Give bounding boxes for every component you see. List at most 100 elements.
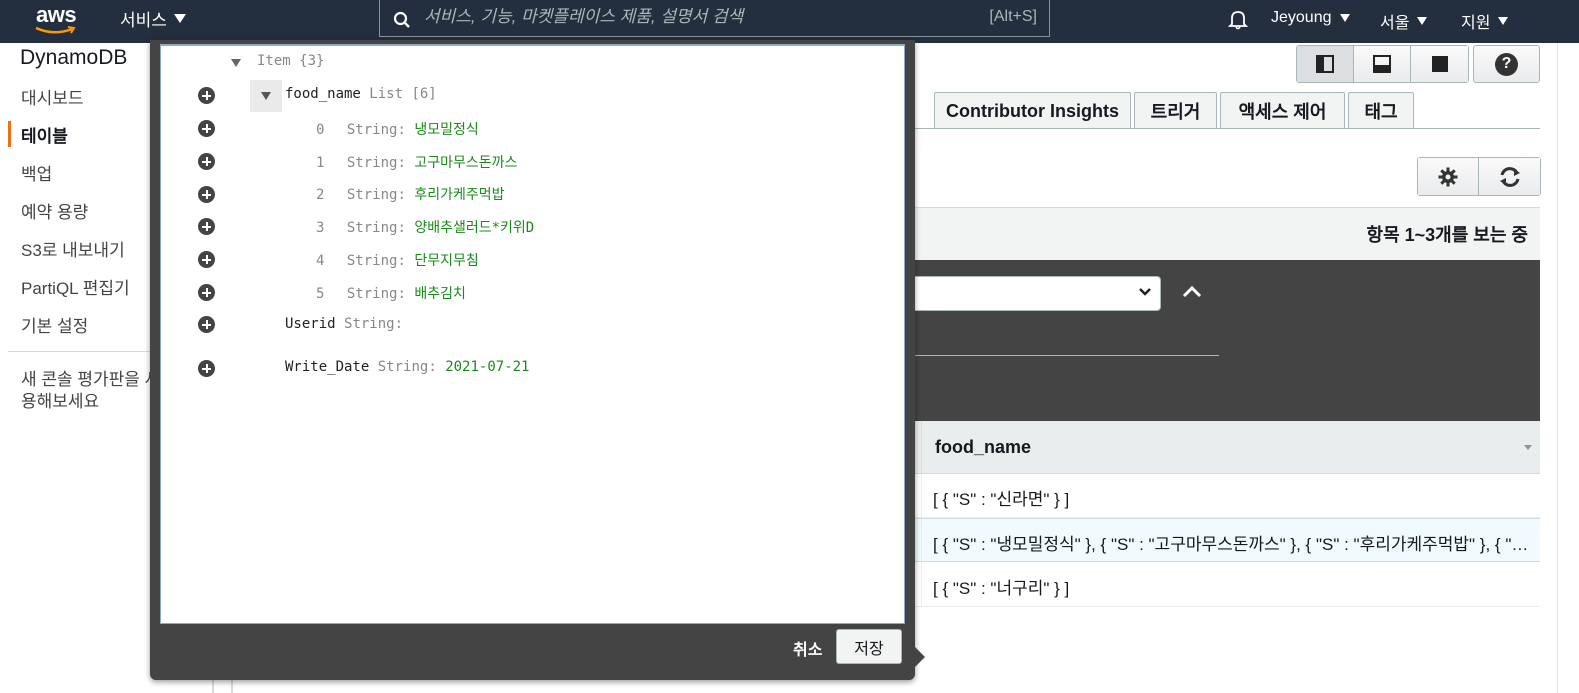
collapse-triangle-icon <box>261 92 271 100</box>
list-index: 2 <box>316 187 325 203</box>
list-value[interactable]: 배추김치 <box>414 286 466 302</box>
table-cell: [ { "S" : "냉모밀정식" }, { "S" : "고구마무스돈까스" … <box>933 535 1533 554</box>
support-menu[interactable]: 지원 <box>1461 9 1509 33</box>
sidebar-item-backups[interactable]: 백업 <box>21 160 52 185</box>
top-navigation: aws 서비스 [Alt+S] Jeyoung 서울 지원 <box>0 0 1579 43</box>
add-field-button[interactable] <box>198 186 215 203</box>
add-field-button[interactable] <box>198 87 215 104</box>
services-label: 서비스 <box>120 11 167 30</box>
add-field-button[interactable] <box>198 153 215 170</box>
table-cell: [ { "S" : "너구리" } ] <box>933 579 1070 598</box>
list-item[interactable]: 2 String: 후리가케주먹밥 <box>316 184 505 204</box>
list-type: String <box>346 253 398 269</box>
caret-down-icon <box>1417 17 1428 25</box>
help-button[interactable]: ? <box>1473 45 1540 83</box>
cancel-button[interactable]: 취소 <box>793 636 822 660</box>
list-item[interactable]: 5 String: 배추김치 <box>316 283 466 303</box>
split-vertical-button[interactable] <box>1297 46 1354 82</box>
save-button[interactable]: 저장 <box>836 629 902 664</box>
root-type: {3} <box>299 53 325 69</box>
page-scrollbar[interactable] <box>1557 43 1579 693</box>
region-menu[interactable]: 서울 <box>1380 9 1428 33</box>
list-type: String <box>346 122 398 138</box>
chevron-up-icon[interactable] <box>1181 284 1203 300</box>
add-field-button[interactable] <box>198 316 215 333</box>
service-title[interactable]: DynamoDB <box>20 46 127 70</box>
add-field-button[interactable] <box>198 360 215 377</box>
full-view-icon <box>1431 56 1448 72</box>
add-field-button[interactable] <box>198 120 215 137</box>
column-header-food-name[interactable]: food_name <box>935 437 1031 458</box>
support-label: 지원 <box>1461 15 1491 32</box>
settings-button[interactable] <box>1418 158 1479 195</box>
sort-icon[interactable] <box>1524 445 1532 450</box>
help-icon: ? <box>1495 52 1518 76</box>
aws-logo[interactable]: aws <box>34 2 82 38</box>
sidebar-item-tables[interactable]: 테이블 <box>21 122 68 147</box>
split-horizontal-button[interactable] <box>1354 46 1411 82</box>
tree-node-userid[interactable]: Userid String: <box>285 316 403 332</box>
list-index: 5 <box>316 286 325 302</box>
field-type: String <box>377 359 429 375</box>
separator: : <box>397 187 406 203</box>
list-value[interactable]: 단무지무침 <box>414 253 478 269</box>
list-index: 4 <box>316 253 325 269</box>
items-status-bar: 항목 1~3개를 보는 중 <box>914 207 1540 260</box>
tabs-underline <box>914 128 1540 129</box>
bell-icon[interactable] <box>1227 8 1249 30</box>
sidebar-item-preferences[interactable]: 기본 설정 <box>21 312 88 337</box>
search-input[interactable] <box>424 4 964 30</box>
aws-smile-icon <box>35 26 76 34</box>
list-item[interactable]: 1 String: 고구마무스돈까스 <box>316 152 517 172</box>
list-type: String <box>346 286 398 302</box>
list-item[interactable]: 0 String: 냉모밀정식 <box>316 119 479 139</box>
dialog-pointer <box>914 646 925 668</box>
search-box[interactable]: [Alt+S] <box>379 0 1050 37</box>
list-value[interactable]: 후리가케주먹밥 <box>414 187 504 203</box>
region-label: 서울 <box>1380 15 1410 32</box>
collapse-food-name-toggle[interactable] <box>250 80 282 112</box>
tab-contributor-insights[interactable]: Contributor Insights <box>934 92 1131 129</box>
scan-query-select[interactable] <box>914 276 1161 311</box>
list-index: 1 <box>316 155 325 171</box>
field-value[interactable]: 2021-07-21 <box>445 359 529 375</box>
field-key: food_name <box>285 86 361 102</box>
tab-tags[interactable]: 태그 <box>1348 92 1414 129</box>
list-value[interactable]: 양배추샐러드*키위D <box>414 220 534 236</box>
add-field-button[interactable] <box>198 284 215 301</box>
new-console-link[interactable]: 새 콘솔 평가판을 사용해보세요 <box>21 369 161 413</box>
user-name: Jeyoung <box>1271 9 1332 26</box>
field-type: List [6] <box>369 86 437 102</box>
separator: : <box>394 316 404 332</box>
field-key: Userid <box>285 316 336 332</box>
services-menu[interactable]: 서비스 <box>120 6 186 31</box>
column-separator <box>921 563 922 606</box>
column-separator <box>921 519 922 561</box>
table-row[interactable]: [ { "S" : "신라면" } ] <box>914 474 1540 518</box>
refresh-button[interactable] <box>1479 158 1540 195</box>
sidebar-item-export-s3[interactable]: S3로 내보내기 <box>21 236 125 261</box>
layout-toggle-group <box>1296 45 1469 83</box>
separator: : <box>428 359 437 375</box>
sidebar-item-dashboard[interactable]: 대시보드 <box>21 84 84 109</box>
list-index: 3 <box>316 220 325 236</box>
table-row[interactable]: [ { "S" : "냉모밀정식" }, { "S" : "고구마무스돈까스" … <box>914 518 1540 562</box>
tree-node-food-name[interactable]: food_name List [6] <box>285 86 437 102</box>
list-item[interactable]: 4 String: 단무지무침 <box>316 250 479 270</box>
sidebar-item-partiql[interactable]: PartiQL 편집기 <box>21 274 130 299</box>
user-menu[interactable]: Jeyoung <box>1271 9 1350 27</box>
list-value[interactable]: 고구마무스돈까스 <box>414 155 517 171</box>
full-view-button[interactable] <box>1411 46 1468 82</box>
list-item[interactable]: 3 String: 양배추샐러드*키위D <box>316 217 534 237</box>
list-value[interactable]: 냉모밀정식 <box>414 122 478 138</box>
field-key: Write_Date <box>285 359 370 375</box>
column-separator <box>921 474 922 517</box>
expand-triangle-icon[interactable] <box>231 59 241 67</box>
tab-access-control[interactable]: 액세스 제어 <box>1220 92 1345 129</box>
add-field-button[interactable] <box>198 218 215 235</box>
table-row[interactable]: [ { "S" : "너구리" } ] <box>914 563 1540 607</box>
add-field-button[interactable] <box>198 251 215 268</box>
tree-node-write-date[interactable]: Write_Date String: 2021-07-21 <box>285 359 529 375</box>
tab-triggers[interactable]: 트리거 <box>1134 92 1217 129</box>
sidebar-item-reserved-capacity[interactable]: 예약 용량 <box>21 198 88 223</box>
